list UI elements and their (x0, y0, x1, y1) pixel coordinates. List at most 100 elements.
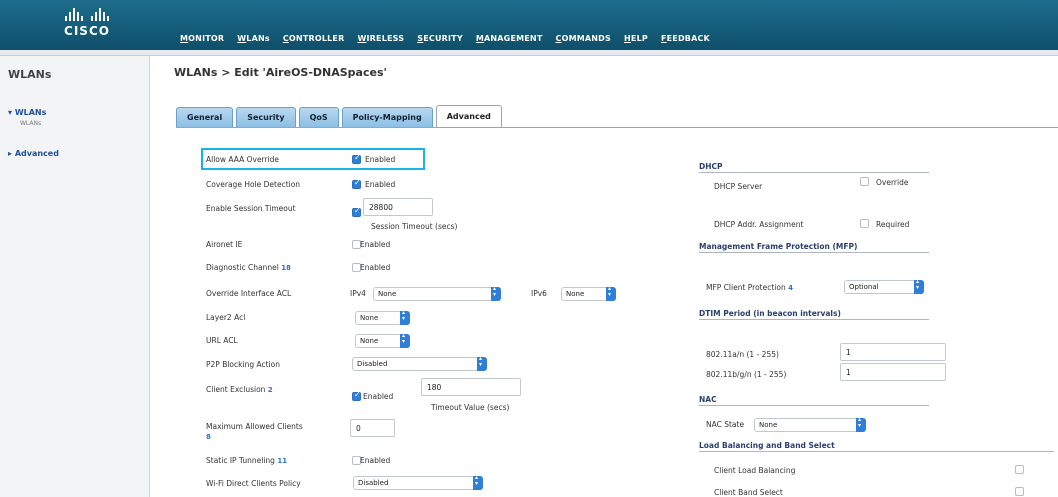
nac-section-title: NAC (699, 395, 717, 404)
client-exclusion-timeout-input[interactable]: 180 (421, 378, 521, 396)
dhcp-override-value: Override (876, 178, 909, 187)
url-acl-label: URL ACL (206, 336, 238, 345)
sidebar-item-wlans[interactable]: ▾ WLANs (8, 108, 46, 117)
select-arrow-icon (914, 278, 924, 294)
tab-bar: General Security QoS Policy-Mapping Adva… (176, 105, 502, 127)
aaa-override-value: Enabled (365, 155, 396, 164)
dhcp-required-checkbox[interactable] (860, 219, 869, 228)
tab-policy-mapping[interactable]: Policy-Mapping (341, 107, 433, 127)
main-nav: MONITOR WLANs CONTROLLER WIRELESS SECURI… (180, 34, 710, 43)
nav-separator (0, 50, 1058, 56)
client-exclusion-check-label: Enabled (363, 392, 394, 401)
client-band-select-checkbox[interactable] (1015, 487, 1024, 496)
dhcp-server-label: DHCP Server (714, 182, 763, 191)
tab-general[interactable]: General (176, 107, 234, 127)
select-arrow-icon (856, 416, 866, 432)
aaa-override-label: Allow AAA Override (206, 155, 280, 164)
section-divider (699, 172, 929, 173)
dtim-b-label: 802.11b/g/n (1 - 255) (706, 370, 787, 379)
client-load-balancing-checkbox[interactable] (1015, 465, 1024, 474)
override-acl-label: Override Interface ACL (206, 289, 292, 298)
nav-help[interactable]: HELP (624, 34, 648, 43)
mfp-label: MFP Client Protection 4 (706, 283, 793, 292)
cisco-logo-text: CISCO (64, 24, 110, 38)
ipv6-acl-select[interactable]: None (561, 285, 616, 301)
dhcp-required-value: Required (876, 220, 910, 229)
wifi-direct-label: Wi-Fi Direct Clients Policy (206, 479, 301, 488)
dhcp-override-checkbox[interactable] (860, 177, 869, 186)
coverage-hole-value: Enabled (365, 180, 396, 189)
coverage-hole-checkbox[interactable] (352, 178, 361, 189)
select-arrow-icon (491, 285, 501, 301)
client-exclusion-hint: Timeout Value (secs) (431, 403, 510, 412)
layer2-acl-label: Layer2 Acl (206, 313, 246, 322)
diagnostic-channel-label: Diagnostic Channel 18 (206, 263, 291, 272)
session-timeout-input[interactable]: 28800 (363, 198, 433, 216)
nac-state-select[interactable]: None (754, 416, 866, 432)
mfp-select[interactable]: Optional (844, 278, 924, 294)
layer2-acl-select[interactable]: None (355, 309, 410, 325)
ipv6-label: IPv6 (531, 289, 547, 298)
select-arrow-icon (477, 355, 487, 371)
ipv4-acl-select[interactable]: None (373, 285, 501, 301)
wifi-direct-select[interactable]: Disabled (353, 474, 483, 490)
cisco-logo-bars-icon (52, 8, 122, 21)
coverage-hole-label: Coverage Hole Detection (206, 180, 301, 189)
p2p-select[interactable]: Disabled (352, 355, 487, 371)
nav-wlans[interactable]: WLANs (237, 34, 270, 43)
sidebar: WLANs ▾ WLANs WLANs ▸ Advanced (0, 56, 150, 497)
select-arrow-icon (400, 309, 410, 325)
aironet-ie-label: Aironet IE (206, 240, 243, 249)
dtim-a-label: 802.11a/n (1 - 255) (706, 350, 779, 359)
static-ip-value: Enabled (360, 456, 391, 465)
footnote-link[interactable]: 2 (268, 386, 273, 394)
footnote-link[interactable]: 11 (277, 457, 287, 465)
max-clients-label: Maximum Allowed Clients (206, 422, 303, 431)
nav-wireless[interactable]: WIRELESS (357, 34, 404, 43)
nav-feedback[interactable]: FEEDBACK (661, 34, 710, 43)
nav-commands[interactable]: COMMANDS (556, 34, 612, 43)
session-timeout-label: Enable Session Timeout (206, 204, 296, 213)
tab-security[interactable]: Security (236, 107, 296, 127)
cisco-logo: CISCO (52, 8, 122, 38)
tab-advanced[interactable]: Advanced (435, 105, 502, 127)
max-clients-input[interactable]: 0 (350, 419, 395, 437)
client-exclusion-label: Client Exclusion 2 (206, 385, 273, 394)
footnote-link[interactable]: 18 (281, 264, 291, 272)
top-bar: CISCO MONITOR WLANs CONTROLLER WIRELESS … (0, 0, 1058, 50)
dtim-b-input[interactable]: 1 (840, 363, 946, 381)
max-clients-footnote: 8 (206, 433, 211, 441)
static-ip-label: Static IP Tunneling 11 (206, 456, 288, 465)
dtim-a-input[interactable]: 1 (840, 343, 946, 361)
nav-security[interactable]: SECURITY (417, 34, 463, 43)
nav-management[interactable]: MANAGEMENT (476, 34, 543, 43)
client-exclusion-checkbox[interactable] (352, 390, 361, 401)
nav-controller[interactable]: CONTROLLER (283, 34, 345, 43)
section-divider (699, 451, 1054, 452)
section-divider (699, 319, 929, 320)
select-arrow-icon (606, 285, 616, 301)
session-timeout-checkbox[interactable] (352, 206, 361, 217)
diagnostic-channel-value: Enabled (360, 263, 391, 272)
tab-underline (176, 127, 1058, 128)
footnote-link[interactable]: 4 (788, 284, 793, 292)
dhcp-section-title: DHCP (699, 162, 723, 171)
expanded-arrow-icon: ▾ (8, 108, 15, 117)
p2p-label: P2P Blocking Action (206, 360, 280, 369)
aironet-ie-value: Enabled (360, 240, 391, 249)
aaa-override-checkbox[interactable] (352, 153, 361, 164)
section-divider (699, 405, 929, 406)
sidebar-subitem-wlans[interactable]: WLANs (20, 120, 41, 127)
dhcp-assign-label: DHCP Addr. Assignment (714, 220, 804, 229)
select-arrow-icon (473, 474, 483, 490)
tab-qos[interactable]: QoS (298, 107, 339, 127)
client-load-balancing-label: Client Load Balancing (714, 466, 796, 475)
mfp-section-title: Management Frame Protection (MFP) (699, 242, 858, 251)
ipv4-label: IPv4 (350, 289, 366, 298)
dtim-section-title: DTIM Period (in beacon intervals) (699, 309, 841, 318)
client-band-select-label: Client Band Select (714, 488, 783, 497)
session-timeout-hint: Session Timeout (secs) (371, 222, 458, 231)
nav-monitor[interactable]: MONITOR (180, 34, 224, 43)
url-acl-select[interactable]: None (355, 332, 410, 348)
sidebar-item-advanced[interactable]: ▸ Advanced (8, 149, 59, 158)
